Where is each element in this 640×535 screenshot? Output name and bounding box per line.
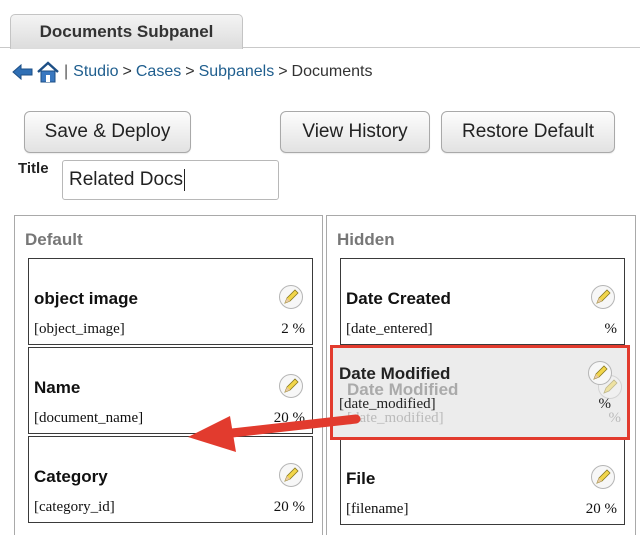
breadcrumb-divider: > [122, 63, 132, 80]
default-column: Default object image [object_image] 2 % … [14, 215, 323, 535]
restore-default-button[interactable]: Restore Default [441, 111, 615, 153]
field-category[interactable]: Category [category_id] 20 % [28, 436, 313, 523]
save-deploy-button[interactable]: Save & Deploy [24, 111, 191, 153]
pencil-edit-icon[interactable] [278, 284, 304, 310]
field-name: Category [34, 467, 108, 486]
field-key: [object_image] [34, 321, 125, 337]
field-name: Name [34, 378, 81, 397]
back-arrow-icon[interactable] [12, 62, 34, 82]
field-object-image[interactable]: object image [object_image] 2 % [28, 258, 313, 345]
field-name: Date Created [346, 289, 451, 308]
breadcrumb-studio-link[interactable]: Studio [73, 63, 118, 81]
field-width: % [604, 321, 618, 337]
dragging-field-key: [date_modified] [339, 396, 436, 412]
text-caret [184, 169, 186, 191]
title-input-value: Related Docs [69, 169, 184, 190]
field-key: [category_id] [34, 499, 115, 515]
field-width: 20 % [585, 501, 617, 517]
pencil-edit-icon[interactable] [590, 464, 616, 490]
field-file[interactable]: File [filename] 20 % [340, 438, 625, 525]
default-column-heading: Default [25, 230, 83, 249]
home-icon[interactable] [36, 61, 60, 83]
breadcrumb: | Studio > Cases > Subpanels > Documents [12, 58, 372, 86]
field-key: [document_name] [34, 410, 144, 426]
breadcrumb-current: Documents [291, 63, 373, 80]
pencil-edit-icon[interactable] [278, 462, 304, 488]
pencil-edit-icon[interactable] [278, 373, 304, 399]
field-key: [filename] [346, 501, 409, 517]
pencil-edit-icon[interactable] [590, 284, 616, 310]
field-width: 2 % [281, 321, 305, 337]
hidden-column-heading: Hidden [337, 230, 395, 249]
breadcrumb-separator: | [64, 63, 69, 80]
tab-documents-subpanel[interactable]: Documents Subpanel [10, 14, 243, 49]
field-width: 20 % [273, 499, 305, 515]
field-width: 20 % [273, 410, 305, 426]
view-history-button[interactable]: View History [280, 111, 430, 153]
field-name-document[interactable]: Name [document_name] 20 % [28, 347, 313, 434]
field-key: [date_entered] [346, 321, 433, 337]
title-label: Title [18, 160, 49, 177]
pencil-edit-icon[interactable] [587, 360, 613, 386]
breadcrumb-divider: > [185, 63, 195, 80]
breadcrumb-cases-link[interactable]: Cases [136, 63, 181, 81]
dragging-field-name: Date Modified [339, 364, 451, 383]
field-date-created[interactable]: Date Created [date_entered] % [340, 258, 625, 345]
title-input[interactable]: Related Docs [62, 160, 279, 200]
breadcrumb-subpanels-link[interactable]: Subpanels [199, 63, 275, 81]
field-name: object image [34, 289, 138, 308]
breadcrumb-divider: > [278, 63, 288, 80]
tab-bar: Documents Subpanel [0, 6, 640, 49]
dragging-field-date-modified[interactable]: Date Modified [date_modified] % Date Mod… [330, 345, 630, 440]
dragging-field-width: % [598, 396, 612, 412]
field-name: File [346, 469, 376, 488]
